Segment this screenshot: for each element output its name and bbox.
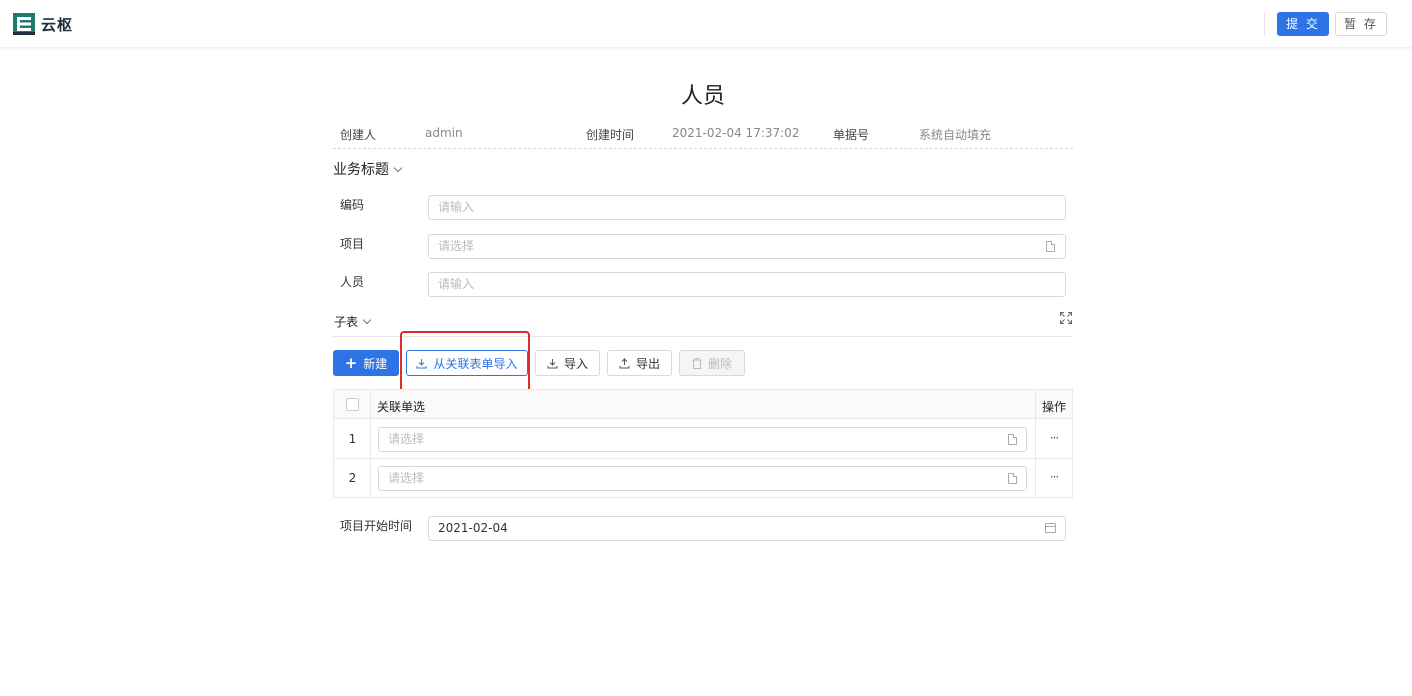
section-title[interactable]: 业务标题 <box>333 159 403 179</box>
row-index: 1 <box>348 432 357 446</box>
created-time-value: 2021-02-04 17:37:02 <box>672 126 800 140</box>
meta-divider <box>333 148 1073 149</box>
new-row-label: 新建 <box>363 356 388 371</box>
save-draft-button[interactable]: 暂 存 <box>1335 12 1387 36</box>
chevron-down-icon[interactable] <box>362 315 372 325</box>
section-title-text: 业务标题 <box>333 162 389 178</box>
more-actions-icon[interactable]: ··· <box>1036 470 1072 484</box>
chevron-down-icon[interactable] <box>393 163 403 172</box>
doc-number-value: 系统自动填充 <box>919 128 992 142</box>
code-input[interactable]: 请输入 <box>428 195 1066 220</box>
project-select[interactable]: 请选择 <box>428 234 1066 259</box>
related-select-placeholder: 请选择 <box>388 432 425 446</box>
creator-value: admin <box>425 126 463 140</box>
delete-button[interactable]: 删除 <box>679 350 745 376</box>
export-label: 导出 <box>635 356 660 371</box>
document-icon[interactable] <box>1008 434 1017 445</box>
created-time-label: 创建时间 <box>586 128 635 142</box>
submit-button[interactable]: 提 交 <box>1277 12 1329 36</box>
column-header-related-single: 关联单选 <box>377 400 426 414</box>
project-placeholder: 请选择 <box>438 239 475 253</box>
select-all-checkbox[interactable] <box>346 398 359 411</box>
download-icon <box>547 358 558 368</box>
person-input[interactable]: 请输入 <box>428 272 1066 297</box>
highlight-box <box>400 331 530 392</box>
start-time-label: 项目开始时间 <box>340 519 413 533</box>
project-label: 项目 <box>340 237 365 251</box>
delete-label: 删除 <box>707 356 732 371</box>
code-label: 编码 <box>340 198 365 212</box>
more-actions-icon[interactable]: ··· <box>1036 431 1072 445</box>
trash-icon <box>692 357 702 369</box>
import-button[interactable]: 导入 <box>535 350 600 376</box>
document-icon[interactable] <box>1046 241 1055 252</box>
new-row-button[interactable]: + 新建 <box>333 350 399 376</box>
related-select-input[interactable]: 请选择 <box>378 427 1027 452</box>
doc-number-label: 单据号 <box>833 128 870 142</box>
plus-icon: + <box>344 354 358 372</box>
subtable-title-text: 子表 <box>334 315 359 329</box>
start-time-input[interactable]: 2021-02-04 <box>428 516 1066 541</box>
import-label: 导入 <box>563 356 588 371</box>
document-icon[interactable] <box>1008 473 1017 484</box>
row-divider <box>334 458 1072 459</box>
related-select-input[interactable]: 请选择 <box>378 466 1027 491</box>
top-header: 云枢 提 交 暂 存 <box>0 0 1412 48</box>
logo-text: 云枢 <box>41 15 74 34</box>
page-title: 人员 <box>680 84 725 109</box>
person-label: 人员 <box>340 275 365 289</box>
header-divider <box>1264 12 1265 36</box>
logo-icon <box>13 13 35 35</box>
related-select-placeholder: 请选择 <box>388 471 425 485</box>
calendar-icon[interactable] <box>1045 523 1056 533</box>
logo: 云枢 <box>12 12 73 36</box>
creator-label: 创建人 <box>340 128 377 142</box>
subtable: 关联单选 操作 1 请选择 ··· 2 请选择 ··· <box>333 389 1073 498</box>
row-index: 2 <box>348 471 357 485</box>
upload-icon <box>619 357 630 368</box>
fullscreen-icon[interactable] <box>1060 312 1072 324</box>
export-button[interactable]: 导出 <box>607 350 672 376</box>
subtable-title[interactable]: 子表 <box>334 313 372 330</box>
column-header-actions: 操作 <box>1042 400 1067 414</box>
table-header: 关联单选 操作 <box>334 390 1072 419</box>
